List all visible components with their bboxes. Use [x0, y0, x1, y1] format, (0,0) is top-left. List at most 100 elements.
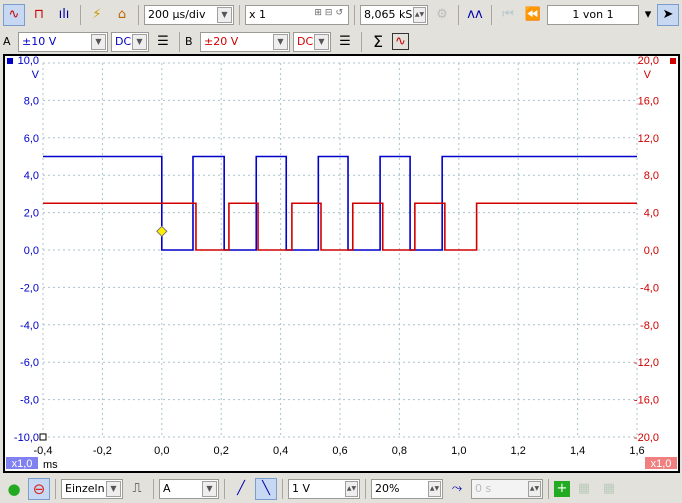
home-icon[interactable]: ⌂: [111, 4, 133, 26]
channel-a-coupling-select[interactable]: DC ▼: [111, 31, 149, 52]
post-trigger-delay-icon[interactable]: ⤳: [446, 478, 468, 500]
channel-a-label: A: [3, 35, 11, 48]
separator: [179, 31, 180, 52]
channel-b-marker: [670, 58, 676, 64]
separator: [153, 478, 154, 499]
x-tick-label: 1,6: [629, 445, 644, 457]
samples-field[interactable]: 8,065 kS ▲▼: [360, 4, 428, 25]
channel-b-coupling-select[interactable]: DC ▼: [293, 31, 331, 52]
advanced-trigger-icon[interactable]: ⎍: [126, 478, 148, 500]
auto-setup-icon[interactable]: ⚡: [86, 4, 108, 26]
chevron-down-icon[interactable]: ▼: [217, 6, 232, 23]
channel-a-range-select[interactable]: ±10 V ▼: [18, 31, 108, 52]
trigger-threshold-field[interactable]: 1 V ▲▼: [288, 478, 360, 499]
sample-settings-icon: ⚙: [436, 7, 448, 22]
left-tick-label: -10,0: [14, 432, 39, 444]
channel-a-options-icon[interactable]: ☰: [152, 31, 174, 53]
zoom-buttons[interactable]: ⊞⊟↺: [314, 8, 346, 18]
x-tick-label: -0,4: [34, 445, 53, 457]
delay-value: 0 s: [475, 482, 492, 495]
x-tick-label: 0,2: [214, 445, 229, 457]
buffer-value: 1 von 1: [572, 8, 614, 21]
chevron-down-icon[interactable]: ▼: [132, 33, 147, 50]
math-channels-icon[interactable]: Σ: [367, 31, 389, 53]
ruler-settings-icon: ▦: [577, 481, 591, 496]
x-tick-label: 0,6: [332, 445, 347, 457]
right-tick-label: -16,0: [634, 395, 659, 407]
stop-icon[interactable]: ⊖: [28, 477, 50, 500]
spinner-icon[interactable]: ▲▼: [413, 6, 426, 23]
start-icon[interactable]: ●: [3, 478, 25, 500]
timebase-select[interactable]: 200 µs/div ▼: [144, 4, 234, 25]
x-tick-label: 0,8: [392, 445, 407, 457]
samples-value: 8,065 kS: [364, 8, 413, 21]
chevron-down-icon[interactable]: ▼: [314, 33, 329, 50]
pretrigger-field[interactable]: 20% ▲▼: [371, 478, 443, 499]
channel-b-range-select[interactable]: ±20 V ▼: [200, 31, 290, 52]
x-tick-label: -0,2: [93, 445, 112, 457]
pointer-icon[interactable]: ➤: [657, 3, 679, 26]
spectrum-mode-icon[interactable]: ılı: [53, 4, 75, 26]
left-tick-label: -4,0: [20, 320, 39, 332]
left-tick-label: 2,0: [24, 208, 39, 220]
right-tick-label: 0,0: [644, 245, 659, 257]
separator: [239, 4, 240, 25]
signal-generator-icon[interactable]: ʌʌ: [464, 4, 486, 26]
right-tick-label: -4,0: [640, 282, 659, 294]
right-tick-label: -20,0: [634, 432, 659, 444]
persistence-mode-icon[interactable]: ⊓: [28, 4, 50, 26]
right-unit: V: [644, 69, 652, 81]
chevron-down-icon[interactable]: ▼: [91, 33, 106, 50]
left-tick-label: -8,0: [20, 395, 39, 407]
channel-b-options-icon[interactable]: ☰: [334, 31, 356, 53]
chevron-down-icon[interactable]: ▼: [273, 33, 288, 50]
channel-a-marker: [7, 58, 13, 64]
right-tick-label: 8,0: [644, 170, 659, 182]
channel-b-range: ±20 V: [204, 35, 239, 48]
channel-b-coupling: DC: [297, 35, 314, 48]
trigger-threshold: 1 V: [292, 482, 311, 495]
right-tick-label: -8,0: [640, 320, 659, 332]
scope-view[interactable]: 10,0 20,0 -0,4 8,0 16,0 -0,2 6,0 12,0 0,0 4,0 8,0 0…: [3, 54, 680, 473]
chevron-down-icon[interactable]: ▾: [642, 4, 654, 26]
trace-channel-b: [43, 202, 637, 251]
origin-marker: [39, 433, 47, 441]
buffer-field[interactable]: 1 von 1: [547, 4, 639, 25]
channel-toolbar: A ±10 V ▼ DC ▼ ☰ B ±20 V ▼ DC ▼ ☰ Σ ∿: [0, 28, 409, 55]
trigger-source: A: [163, 482, 171, 495]
first-buffer-icon: ⏮: [502, 7, 514, 22]
falling-edge-icon[interactable]: ╲: [255, 477, 277, 500]
add-ruler-icon[interactable]: +: [554, 480, 570, 497]
scope-mode-icon[interactable]: ∿: [3, 3, 25, 26]
separator: [491, 4, 492, 25]
trigger-source-select[interactable]: A ▼: [159, 478, 219, 499]
chevron-down-icon[interactable]: ▼: [202, 480, 217, 497]
reference-waveforms-icon[interactable]: ∿: [392, 33, 409, 50]
trigger-mode-select[interactable]: Einzeln ▼: [61, 478, 123, 499]
right-tick-label: 4,0: [644, 208, 659, 220]
left-tick-label: 0,0: [24, 245, 39, 257]
zoom-field[interactable]: x 1 ⊞⊟↺: [245, 4, 349, 25]
separator: [138, 4, 139, 25]
spinner-icon[interactable]: ▲▼: [428, 480, 441, 497]
delay-field: 0 s ▲▼: [471, 478, 543, 499]
separator: [365, 478, 366, 499]
left-tick-label: 4,0: [24, 170, 39, 182]
channel-b-label: B: [185, 35, 193, 48]
separator: [548, 478, 549, 499]
spinner-icon: ▲▼: [528, 480, 541, 497]
chevron-down-icon[interactable]: ▼: [106, 480, 121, 497]
channel-a-range: ±10 V: [22, 35, 57, 48]
separator: [354, 4, 355, 25]
separator: [282, 478, 283, 499]
left-tick-label: -6,0: [20, 357, 39, 369]
zoom-value: x 1: [249, 8, 267, 21]
left-tick-label: -2,0: [20, 282, 39, 294]
right-tick-label: 16,0: [638, 95, 659, 107]
left-zoom-label: x1,0: [12, 458, 33, 470]
rising-edge-icon[interactable]: ╱: [230, 478, 252, 500]
right-zoom-label: x1,0: [651, 458, 672, 470]
x-tick-label: 1,4: [570, 445, 585, 457]
spinner-icon[interactable]: ▲▼: [345, 480, 358, 497]
x-tick-label: 1,2: [511, 445, 526, 457]
